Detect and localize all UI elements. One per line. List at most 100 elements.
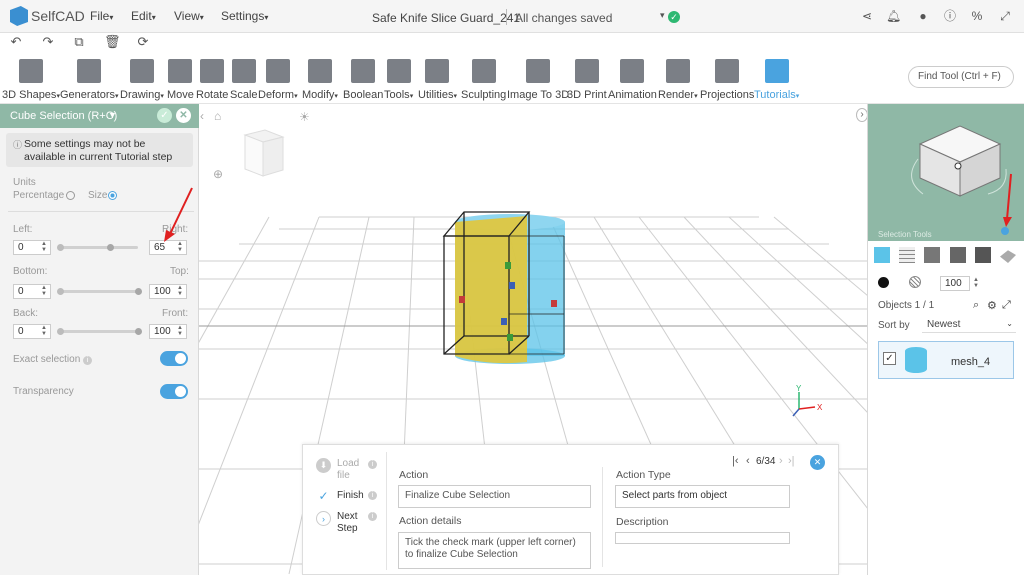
view-cube-navigator[interactable] [868, 104, 1024, 241]
save-status-caret-icon[interactable]: ▾ [660, 10, 665, 21]
tool-3d-print[interactable]: 3D Print [567, 59, 607, 101]
delete-icon[interactable]: 🗑︎ [104, 35, 121, 49]
object-list-item[interactable] [878, 341, 1014, 379]
deform-icon [265, 59, 290, 83]
solid-view-icon[interactable] [874, 247, 890, 263]
redo-icon[interactable]: ↷ [41, 35, 55, 49]
left-slider-handle[interactable] [57, 244, 64, 251]
menu-view[interactable]: View▾ [174, 9, 204, 23]
wireframe-view-icon[interactable] [899, 247, 915, 263]
tool-image-to-3d[interactable]: Image To 3D [507, 59, 569, 101]
transparency-label: Transparency [13, 386, 74, 397]
app-name: SelfCAD [31, 8, 85, 24]
close-tutorial-icon[interactable]: ✕ [810, 455, 825, 470]
transparency-toggle[interactable] [160, 384, 188, 399]
front-value-input[interactable]: 100 ▲ ▼ [149, 324, 187, 339]
user-icon[interactable]: ● [916, 9, 930, 23]
bottom-top-slider[interactable] [58, 290, 138, 293]
tool-rotate[interactable]: Rotate [196, 59, 228, 101]
step-load-info-icon[interactable]: i [368, 460, 377, 469]
exact-selection-info-icon: i [83, 356, 93, 365]
back-value-input[interactable]: 0 ▲ ▼ [13, 324, 51, 339]
solid-dark-view-icon[interactable] [975, 247, 991, 263]
prev-step-icon[interactable]: ‹ [746, 455, 750, 467]
bottom-slider-handle[interactable] [57, 288, 64, 295]
confirm-check-icon[interactable]: ✓ [157, 108, 172, 123]
unit-percentage-radio[interactable] [66, 191, 75, 200]
tool-generators[interactable]: Generators▾ [60, 59, 119, 101]
step-finish[interactable]: Finish [337, 490, 364, 501]
notifications-icon[interactable]: 🔔︎ [886, 9, 901, 23]
search-icon[interactable]: ⌕ [973, 299, 979, 312]
copy-icon[interactable]: ⧉ [72, 35, 86, 49]
save-status: All changes saved [515, 11, 613, 25]
step-next[interactable]: Next Step [337, 511, 365, 535]
step-next-info-icon[interactable]: i [368, 512, 377, 521]
info-icon[interactable]: ⓘ [943, 9, 957, 23]
sort-by-select[interactable]: Newest ⌄ [922, 317, 1016, 333]
tool-drawing[interactable]: Drawing▾ [120, 59, 164, 101]
fullscreen-icon[interactable]: ⤢ [998, 9, 1012, 23]
mesh-view-icon[interactable] [924, 247, 940, 263]
tool-boolean[interactable]: Boolean [343, 59, 383, 101]
top-value-input[interactable]: 100 ▲ ▼ [149, 284, 187, 299]
color-picker-icon[interactable] [878, 277, 889, 288]
tool-animation[interactable]: Animation [608, 59, 657, 101]
gear-icon[interactable]: ⚙︎ [987, 299, 997, 312]
last-step-icon[interactable]: ›| [788, 455, 795, 467]
menu-settings[interactable]: Settings▾ [221, 9, 268, 23]
tool-modify[interactable]: Modify▾ [302, 59, 338, 101]
tool-tools[interactable]: Tools▾ [384, 59, 413, 101]
opacity-stepper-icon[interactable]: ▲ ▼ [973, 277, 979, 289]
tutorial-divider [386, 452, 387, 570]
tool-scale[interactable]: Scale [230, 59, 258, 101]
menu-file[interactable]: File▾ [90, 9, 113, 23]
find-tool-input[interactable]: Find Tool (Ctrl + F) [908, 66, 1014, 88]
undo-icon[interactable]: ↶ [9, 35, 23, 49]
bottom-value-input[interactable]: 0 ▲ ▼ [13, 284, 51, 299]
tool-utilities[interactable]: Utilities▾ [418, 59, 457, 101]
back-slider-handle[interactable] [57, 328, 64, 335]
tool-sculpting[interactable]: Sculpting [461, 59, 506, 101]
shaded-view-icon[interactable] [950, 247, 966, 263]
app-logo[interactable]: SelfCAD [10, 6, 85, 26]
cube-icon [18, 59, 43, 83]
reset-icon[interactable]: ⟳ [136, 35, 150, 49]
menu-edit[interactable]: Edit▾ [131, 9, 156, 23]
material-pattern-icon[interactable] [909, 276, 921, 288]
modify-icon [307, 59, 332, 83]
tool-render[interactable]: Render▾ [658, 59, 698, 101]
top-slider-handle[interactable] [135, 288, 142, 295]
next-arrow-icon[interactable]: › [316, 511, 331, 526]
tool-deform[interactable]: Deform▾ [258, 59, 298, 101]
left-right-slider[interactable] [58, 246, 138, 249]
download-icon[interactable]: ⬇ [316, 458, 331, 473]
action-label: Action [399, 469, 429, 481]
front-slider-handle[interactable] [135, 328, 142, 335]
back-front-slider[interactable] [58, 330, 138, 333]
share-icon[interactable]: ⋖ [860, 9, 874, 23]
tool-3d-shapes[interactable]: 3D Shapes▾ [2, 59, 60, 101]
unit-size-radio[interactable] [108, 191, 117, 200]
first-step-icon[interactable]: |‹ [732, 455, 739, 467]
left-value-input[interactable]: 0 ▲ ▼ [13, 240, 51, 255]
quick-actions-bar [0, 33, 1024, 55]
document-title[interactable]: Safe Knife Slice Guard_241 [372, 11, 520, 25]
sculpting-icon [471, 59, 496, 83]
step-load-file[interactable]: Load file [337, 458, 365, 482]
units-icon[interactable]: % [970, 9, 984, 23]
rotate-icon [200, 59, 225, 83]
next-step-icon[interactable]: › [779, 455, 783, 467]
right-slider-handle[interactable] [107, 244, 114, 251]
tool-projections[interactable]: Projections [700, 59, 754, 101]
object-visible-checkbox[interactable]: ✓ [883, 352, 896, 365]
tool-move[interactable]: Move [167, 59, 194, 101]
close-panel-icon[interactable]: ✕ [176, 108, 191, 123]
step-finish-info-icon[interactable]: i [368, 491, 377, 500]
panel-collapse-icon[interactable]: ▼ [108, 110, 117, 120]
exact-selection-toggle[interactable] [160, 351, 188, 366]
tool-tutorials[interactable]: Tutorials▾ [754, 59, 799, 101]
expand-icon[interactable]: ⤢ [1002, 299, 1011, 312]
tutorial-column-divider [602, 467, 603, 567]
opacity-input[interactable]: 100 [940, 276, 970, 291]
